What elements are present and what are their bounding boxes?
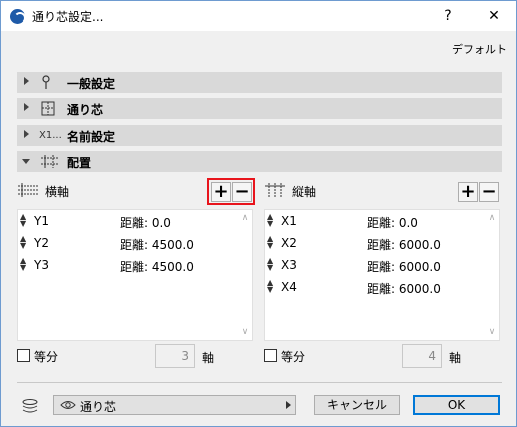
- layer-name: 通り芯: [80, 400, 117, 414]
- list-item[interactable]: ▲ ▼ X4 距離: 6000.0: [265, 276, 499, 298]
- defaults-link[interactable]: デフォルト: [452, 41, 507, 57]
- placement-icon: [39, 154, 61, 169]
- vertical-equal-row: 等分: [264, 347, 324, 367]
- app-icon: [10, 9, 26, 24]
- reorder-handle-icon[interactable]: ▲ ▼: [20, 235, 26, 250]
- section-general[interactable]: 一般設定: [17, 72, 502, 93]
- axis-distance: 距離: 6000.0: [367, 282, 441, 296]
- reorder-handle-icon[interactable]: ▲ ▼: [267, 235, 273, 250]
- dialog-window: 通り芯設定... ? ✕ デフォルト 一般設定 通り芯 X1... 名前設定 配…: [0, 0, 517, 427]
- vertical-unit-label: 軸: [449, 351, 462, 365]
- reorder-handle-icon[interactable]: ▲ ▼: [267, 279, 273, 294]
- horizontal-axis-header: 横軸: [17, 182, 197, 199]
- section-label: 名前設定: [67, 130, 116, 144]
- scroll-up-icon[interactable]: ∧: [487, 213, 497, 223]
- horizontal-axis-list[interactable]: ▲ ▼ Y1 距離: 0.0 ▲ ▼ Y2 距離: 4500.0 ▲ ▼ Y3 距離:…: [17, 209, 253, 341]
- vertical-equal-checkbox[interactable]: [264, 349, 277, 362]
- title-bar: 通り芯設定... ? ✕: [1, 1, 516, 31]
- vertical-axis-header: 縦軸: [264, 182, 444, 199]
- footer-divider: [17, 382, 502, 383]
- vertical-axis-label: 縦軸: [292, 185, 317, 199]
- close-button[interactable]: ✕: [480, 5, 508, 27]
- window-title: 通り芯設定...: [32, 10, 104, 24]
- list-item[interactable]: ▲ ▼ Y1 距離: 0.0: [18, 210, 252, 232]
- expand-arrow-icon: [24, 103, 29, 111]
- list-item[interactable]: ▲ ▼ Y2 距離: 4500.0: [18, 232, 252, 254]
- section-naming[interactable]: X1... 名前設定: [17, 125, 502, 146]
- remove-vertical-axis-button[interactable]: −: [479, 182, 499, 202]
- horizontal-count-field[interactable]: 3: [155, 344, 195, 368]
- reorder-handle-icon[interactable]: ▲ ▼: [267, 213, 273, 228]
- vertical-axis-icon: [264, 182, 286, 198]
- scroll-down-icon[interactable]: ∨: [487, 327, 497, 337]
- scroll-up-icon[interactable]: ∧: [240, 213, 250, 223]
- scroll-down-icon[interactable]: ∨: [240, 327, 250, 337]
- grid-line-icon: [39, 101, 57, 116]
- axis-distance: 距離: 0.0: [367, 216, 418, 230]
- horizontal-axis-label: 横軸: [45, 185, 70, 199]
- section-label: 一般設定: [67, 77, 116, 91]
- section-label: 配置: [67, 156, 92, 170]
- vertical-equal-label: 等分: [281, 350, 306, 364]
- naming-icon: X1...: [39, 130, 62, 141]
- axis-name: Y2: [34, 236, 49, 250]
- axis-distance: 距離: 0.0: [120, 216, 171, 230]
- axis-name: X4: [281, 280, 297, 294]
- reorder-handle-icon[interactable]: ▲ ▼: [267, 257, 273, 272]
- axis-distance: 距離: 6000.0: [367, 260, 441, 274]
- axis-distance: 距離: 6000.0: [367, 238, 441, 252]
- remove-horizontal-axis-button[interactable]: −: [232, 182, 252, 202]
- horizontal-unit-label: 軸: [202, 351, 215, 365]
- axis-name: Y3: [34, 258, 49, 272]
- expand-arrow-icon: [24, 77, 29, 85]
- axis-name: X3: [281, 258, 297, 272]
- reorder-handle-icon[interactable]: ▲ ▼: [20, 257, 26, 272]
- vertical-axis-list[interactable]: ▲ ▼ X1 距離: 0.0 ▲ ▼ X2 距離: 6000.0 ▲ ▼ X3 距離:…: [264, 209, 500, 341]
- layer-dropdown[interactable]: 通り芯: [53, 395, 296, 415]
- list-item[interactable]: ▲ ▼ X2 距離: 6000.0: [265, 232, 499, 254]
- dropdown-arrow-icon: [286, 401, 291, 409]
- axis-distance: 距離: 4500.0: [120, 260, 194, 274]
- eye-icon: [60, 398, 76, 412]
- section-label: 通り芯: [67, 103, 104, 117]
- add-horizontal-axis-button[interactable]: +: [211, 182, 231, 202]
- axis-name: X1: [281, 214, 297, 228]
- ok-button[interactable]: OK: [413, 395, 500, 415]
- section-placement[interactable]: 配置: [17, 151, 502, 172]
- horizontal-axis-icon: [17, 182, 39, 198]
- help-button[interactable]: ?: [434, 5, 462, 27]
- add-vertical-axis-button[interactable]: +: [458, 182, 478, 202]
- horizontal-equal-label: 等分: [34, 350, 59, 364]
- axis-name: Y1: [34, 214, 49, 228]
- layers-icon: [20, 398, 40, 414]
- expand-arrow-icon: [24, 130, 29, 138]
- cancel-button[interactable]: キャンセル: [314, 395, 400, 415]
- pin-icon: [39, 75, 53, 90]
- axis-distance: 距離: 4500.0: [120, 238, 194, 252]
- section-grid-line[interactable]: 通り芯: [17, 98, 502, 119]
- axis-name: X2: [281, 236, 297, 250]
- horizontal-equal-checkbox[interactable]: [17, 349, 30, 362]
- reorder-handle-icon[interactable]: ▲ ▼: [20, 213, 26, 228]
- list-item[interactable]: ▲ ▼ X3 距離: 6000.0: [265, 254, 499, 276]
- collapse-arrow-icon: [22, 159, 30, 164]
- list-item[interactable]: ▲ ▼ X1 距離: 0.0: [265, 210, 499, 232]
- vertical-count-field[interactable]: 4: [402, 344, 442, 368]
- horizontal-equal-row: 等分: [17, 347, 77, 367]
- list-item[interactable]: ▲ ▼ Y3 距離: 4500.0: [18, 254, 252, 276]
